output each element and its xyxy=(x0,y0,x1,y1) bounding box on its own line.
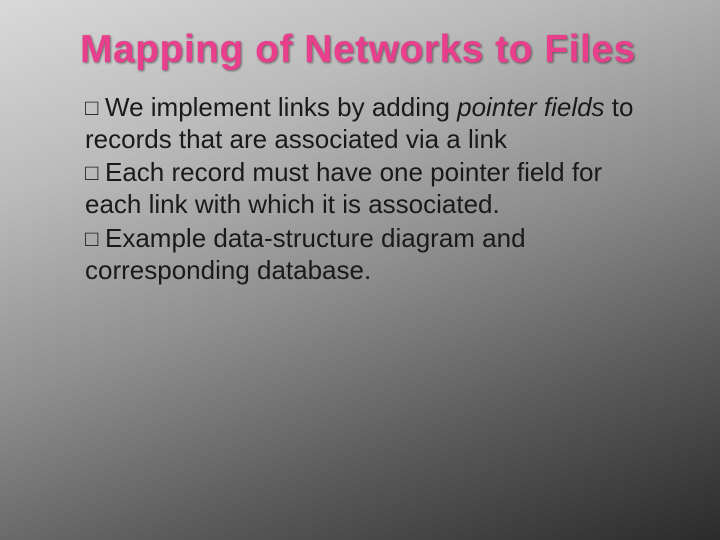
bullet-icon: □ xyxy=(85,160,105,187)
bullet-icon: □ xyxy=(85,226,105,253)
bullet-3: □ Example data-structure diagram and cor… xyxy=(85,223,650,286)
bullet-2: □ Each record must have one pointer fiel… xyxy=(85,157,650,220)
bullet-1: □ We implement links by adding pointer f… xyxy=(85,92,650,155)
slide-body: □ We implement links by adding pointer f… xyxy=(85,92,650,288)
bullet-text-pre: Example data-structure diagram and corre… xyxy=(85,223,526,285)
bullet-text-pre: Each record must have one pointer field … xyxy=(85,157,602,219)
bullet-text-pre: We implement links by adding xyxy=(105,92,457,122)
slide: Mapping of Networks to Files □ We implem… xyxy=(0,0,720,540)
slide-title: Mapping of Networks to Files xyxy=(80,28,660,72)
bullet-text-em: pointer fields xyxy=(457,92,604,122)
bullet-icon: □ xyxy=(85,95,105,122)
